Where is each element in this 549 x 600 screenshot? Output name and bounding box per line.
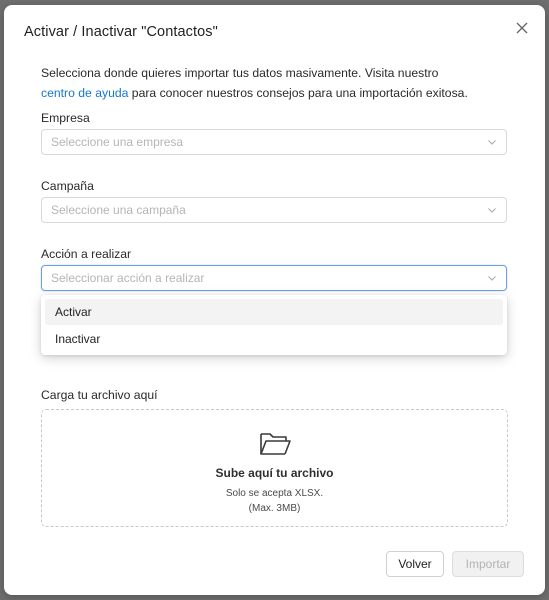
upload-accepts: Solo se acepta XLSX. [225, 488, 324, 499]
help-center-link[interactable]: centro de ayuda [41, 86, 128, 100]
upload-title: Sube aquí tu archivo [215, 466, 334, 480]
empresa-placeholder: Seleccione una empresa [51, 135, 184, 149]
empresa-select[interactable]: Seleccione una empresa [41, 129, 507, 155]
intro-line-2: para conocer nuestros consejos para una … [128, 86, 468, 100]
accion-label: Acción a realizar [41, 247, 132, 261]
folder-open-icon [260, 433, 291, 455]
chevron-down-icon [488, 276, 496, 281]
dialog-title: Activar / Inactivar "Contactos" [24, 24, 218, 40]
close-icon [516, 22, 528, 34]
campana-label: Campaña [41, 179, 94, 193]
import-button[interactable]: Importar [452, 551, 524, 577]
campana-select[interactable]: Seleccione una campaña [41, 197, 507, 223]
accion-select[interactable]: Seleccionar acción a realizar [41, 265, 507, 291]
dropdown-option-inactivar[interactable]: Inactivar [45, 326, 503, 352]
dropdown-option-label: Activar [55, 305, 92, 319]
chevron-down-icon [488, 208, 496, 213]
upload-label: Carga tu archivo aquí [41, 388, 158, 402]
close-button[interactable] [513, 19, 531, 37]
chevron-down-icon [488, 140, 496, 145]
dropdown-option-activar[interactable]: Activar [45, 299, 503, 325]
campana-placeholder: Seleccione una campaña [51, 203, 186, 217]
empresa-label: Empresa [41, 111, 90, 125]
accion-dropdown-menu: Activar Inactivar [41, 295, 507, 355]
file-upload-dropzone[interactable]: Sube aquí tu archivo Solo se acepta XLSX… [41, 409, 508, 527]
back-button[interactable]: Volver [386, 551, 444, 577]
dropdown-option-label: Inactivar [55, 332, 101, 346]
import-dialog: Activar / Inactivar "Contactos" Seleccio… [4, 5, 545, 595]
accion-placeholder: Seleccionar acción a realizar [51, 271, 205, 285]
intro-text: Selecciona donde quieres importar tus da… [41, 63, 511, 103]
intro-line-1: Selecciona donde quieres importar tus da… [41, 66, 439, 80]
upload-max-size: (Max. 3MB) [248, 503, 301, 514]
